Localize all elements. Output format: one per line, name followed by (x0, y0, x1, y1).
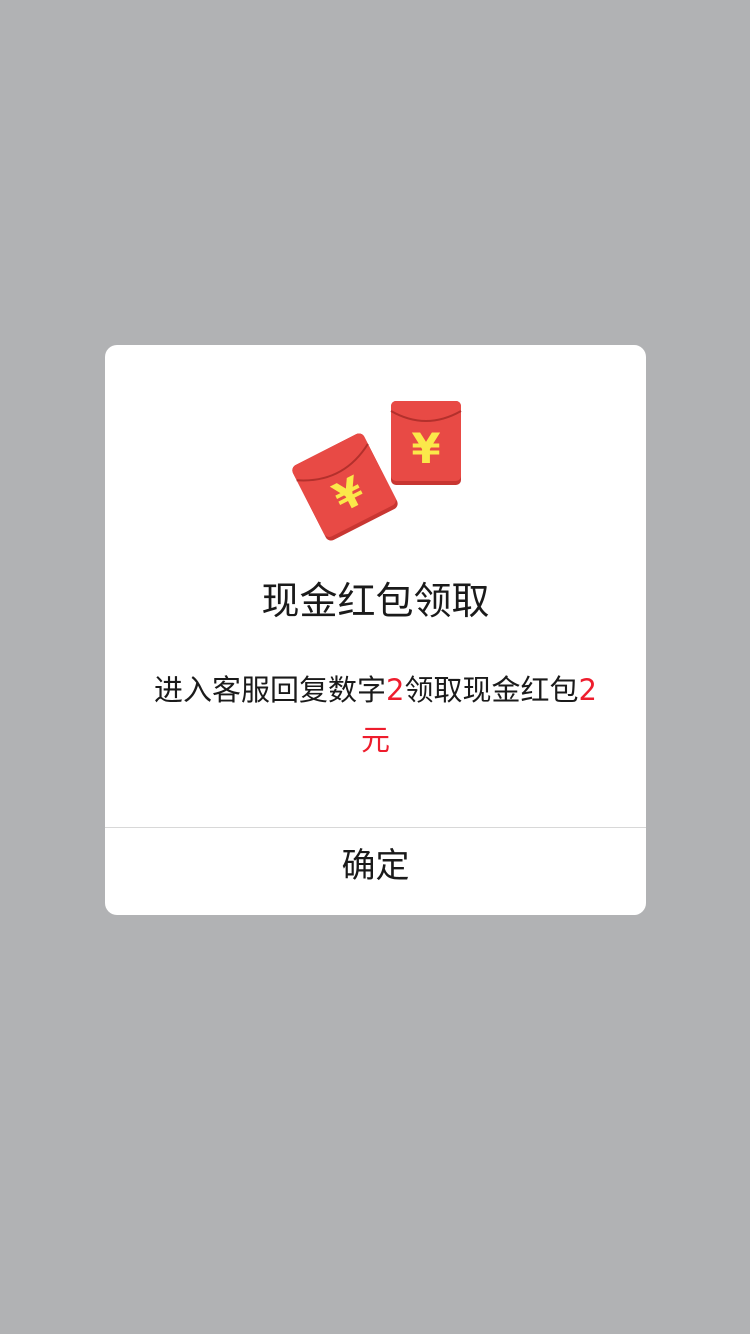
dialog-message: 进入客服回复数字2领取现金红包2元 (145, 665, 606, 765)
reply-number: 2 (386, 673, 405, 707)
message-text-1: 进入客服回复数字 (154, 673, 387, 707)
message-text-2: 领取现金红包 (404, 673, 579, 707)
red-envelope-dialog: ¥ ¥ 现金红包领取 进入客服回复数字2领取现金红包2元 确定 (105, 345, 646, 915)
dialog-title: 现金红包领取 (261, 579, 490, 623)
confirm-button[interactable]: 确定 (105, 828, 646, 915)
svg-text:¥: ¥ (411, 424, 440, 473)
red-envelope-icon: ¥ ¥ (292, 401, 462, 541)
